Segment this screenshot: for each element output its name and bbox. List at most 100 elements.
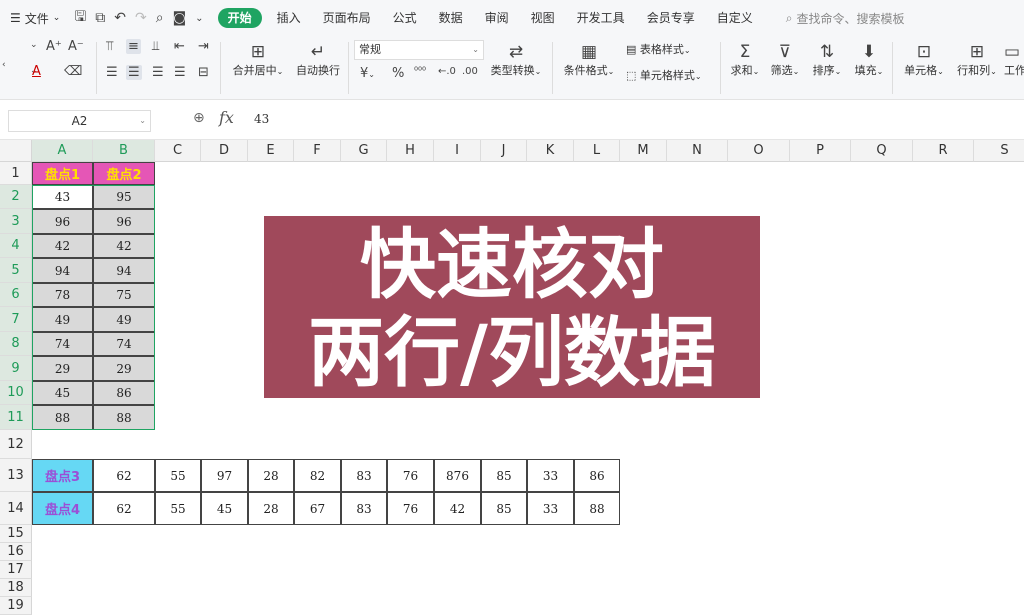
tab-custom[interactable]: 自定义 [706,8,764,28]
column-header-n[interactable]: N [667,140,728,162]
data-cell-row14[interactable]: 67 [294,492,341,525]
column-header-a[interactable]: A [32,140,93,162]
column-header-s[interactable]: S [974,140,1024,162]
merge-center-button[interactable]: ⊞ 合并居中⌄ [230,42,286,78]
data-cell-row13[interactable]: 82 [294,459,341,492]
column-header-k[interactable]: K [527,140,574,162]
align-bottom-icon[interactable]: ⫫ [152,39,159,54]
formula-input[interactable]: 43 [254,112,269,126]
data-cell-row14[interactable]: 42 [434,492,481,525]
spreadsheet-grid[interactable]: A B C D E F G H I J K L M N O P Q R S 1 2 3 4 5 6 7 8 9 10 11 12 13 14 15… [0,140,1024,615]
data-cell-row13[interactable]: 76 [387,459,434,492]
increase-decimal-icon[interactable]: ←.0 [438,66,456,77]
align-middle-icon[interactable]: ≡ [126,39,141,54]
worksheet-button[interactable]: ▭ 工作 [1004,42,1024,78]
row-header-7[interactable]: 7 [0,307,32,332]
data-cell-a11[interactable]: 88 [32,405,93,430]
column-header-l[interactable]: L [574,140,620,162]
font-size-dropdown-icon[interactable]: ⌄ [30,40,38,50]
tab-home[interactable]: 开始 [217,8,262,28]
thousands-separator-icon[interactable]: ⁰⁰⁰ [414,66,426,77]
column-header-b[interactable]: B [93,140,155,162]
row-header-10[interactable]: 10 [0,381,32,405]
row-col-button[interactable]: ⊞ 行和列⌄ [954,42,1000,78]
redo-icon[interactable]: ↷ [135,10,147,26]
column-header-d[interactable]: D [201,140,248,162]
data-cell-a10[interactable]: 45 [32,381,93,405]
zoom-icon[interactable]: ⊕ [193,110,205,126]
align-center-icon[interactable]: ☰ [126,65,142,80]
data-cell-a2[interactable]: 43 [32,185,93,209]
row-header-2[interactable]: 2 [0,185,32,209]
sort-button[interactable]: ⇅ 排序⌄ [810,42,844,78]
data-cell-row14[interactable]: 83 [341,492,387,525]
tab-formulas[interactable]: 公式 [382,8,428,28]
cell-style-button[interactable]: ⬚ 单元格样式⌄ [626,67,702,83]
row-header-4[interactable]: 4 [0,234,32,258]
ribbon-scroll-left-icon[interactable]: ‹ [2,60,6,70]
align-right-icon[interactable]: ☰ [152,65,164,80]
data-cell-row13[interactable]: 97 [201,459,248,492]
data-cell-b2[interactable]: 95 [93,185,155,209]
file-menu[interactable]: ☰ 文件 ⌄ [10,10,60,27]
undo-icon[interactable]: ↶ [114,10,126,26]
data-cell-row13[interactable]: 83 [341,459,387,492]
percent-icon[interactable]: % [392,66,404,81]
column-header-e[interactable]: E [248,140,294,162]
name-box[interactable]: A2 ⌄ [8,110,151,132]
currency-icon[interactable]: ¥⌄ [360,66,375,81]
data-cell-b5[interactable]: 94 [93,258,155,283]
data-cell-row14[interactable]: 88 [574,492,620,525]
row-header-16[interactable]: 16 [0,543,32,561]
data-cell-a8[interactable]: 74 [32,332,93,356]
row-header-12[interactable]: 12 [0,430,32,459]
data-cell-row13[interactable]: 28 [248,459,294,492]
tab-developer[interactable]: 开发工具 [566,8,636,28]
cell-button[interactable]: ⊡ 单元格⌄ [900,42,948,78]
clear-format-icon[interactable]: ⌫ [64,64,82,79]
tab-insert[interactable]: 插入 [266,8,312,28]
data-cell-row14[interactable]: 28 [248,492,294,525]
type-convert-button[interactable]: ⇄ 类型转换⌄ [488,42,544,78]
justify-icon[interactable]: ☰ [174,65,186,80]
row-header-17[interactable]: 17 [0,561,32,579]
row-header-6[interactable]: 6 [0,283,32,307]
font-color-icon[interactable]: A [32,64,41,79]
data-cell-row14[interactable]: 85 [481,492,527,525]
column-header-i[interactable]: I [434,140,481,162]
data-cell-row14[interactable]: 33 [527,492,574,525]
decrease-font-icon[interactable]: A⁻ [68,39,84,54]
column-header-j[interactable]: J [481,140,527,162]
fill-button[interactable]: ⬇ 填充⌄ [852,42,886,78]
row-header-11[interactable]: 11 [0,405,32,430]
row-header-1[interactable]: 1 [0,162,32,185]
indent-increase-icon[interactable]: ⇥ [198,39,209,54]
column-header-p[interactable]: P [790,140,851,162]
print-preview-icon[interactable]: ⌕ [156,10,164,26]
data-cell-a9[interactable]: 29 [32,356,93,381]
data-cell-row14[interactable]: 55 [155,492,201,525]
tab-page-layout[interactable]: 页面布局 [312,8,382,28]
data-cell-b10[interactable]: 86 [93,381,155,405]
row-header-19[interactable]: 19 [0,597,32,615]
camera-icon[interactable]: ◙ [173,10,187,26]
data-cell-row14[interactable]: 45 [201,492,248,525]
row-header-3[interactable]: 3 [0,209,32,234]
data-cell-b4[interactable]: 42 [93,234,155,258]
data-cell-a3[interactable]: 96 [32,209,93,234]
indent-decrease-icon[interactable]: ⇤ [174,39,185,54]
column-header-o[interactable]: O [728,140,790,162]
tab-review[interactable]: 审阅 [474,8,520,28]
more-icon[interactable]: ⌄ [195,13,203,24]
header-cell-b1[interactable]: 盘点2 [93,162,155,185]
data-cell-a6[interactable]: 78 [32,283,93,307]
data-cell-b3[interactable]: 96 [93,209,155,234]
column-header-h[interactable]: H [387,140,434,162]
data-cell-row13[interactable]: 55 [155,459,201,492]
save-icon[interactable]: 🖫 [74,6,86,30]
row-label-cell-14[interactable]: 盘点4 [32,492,93,525]
row-header-13[interactable]: 13 [0,459,32,492]
data-cell-row14[interactable]: 62 [93,492,155,525]
data-cell-row13[interactable]: 86 [574,459,620,492]
data-cell-row13[interactable]: 33 [527,459,574,492]
